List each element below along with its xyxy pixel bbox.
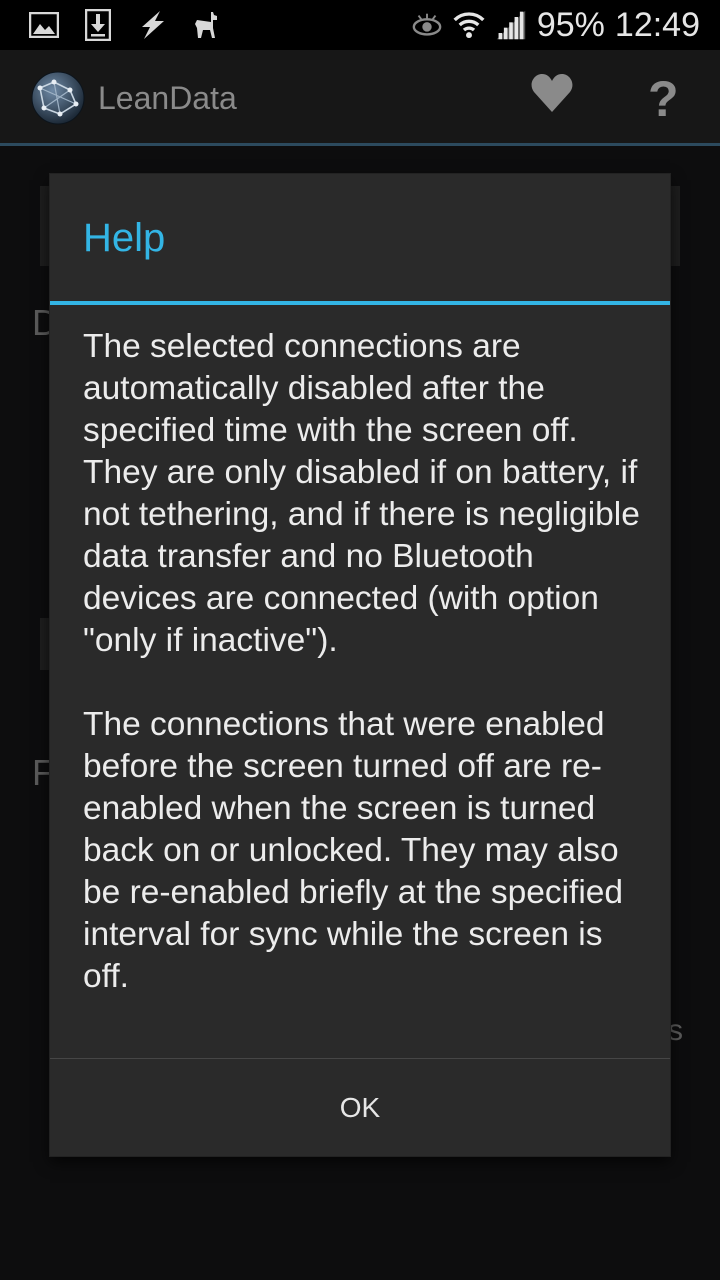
signal-icon (495, 9, 527, 41)
title-divider (50, 301, 670, 305)
dialog-message: The selected connections are automatical… (83, 326, 653, 998)
help-dialog: Help The selected connections are automa… (50, 174, 670, 1156)
flash-icon (136, 9, 168, 41)
notification-icons (28, 8, 222, 42)
action-bar: LeanData ? (0, 50, 720, 146)
help-paragraph-1: The selected connections are automatical… (83, 328, 640, 659)
battery-percent: 95% (536, 5, 605, 44)
dialog-title: Help (83, 216, 166, 260)
download-icon (82, 9, 114, 41)
clock: 12:49 (614, 5, 700, 44)
help-icon[interactable]: ? (648, 70, 679, 128)
gallery-icon (28, 9, 60, 41)
help-paragraph-2: The connections that were enabled before… (83, 706, 624, 995)
app-title: LeanData (98, 80, 237, 116)
status-bar: 95% 12:49 (0, 0, 720, 50)
dialog-button-bar: OK (50, 1058, 670, 1157)
ok-button[interactable]: OK (50, 1059, 670, 1157)
system-icons: 95% 12:49 (411, 6, 700, 44)
heart-icon[interactable] (530, 72, 574, 120)
bg-row-letter: s (668, 1014, 683, 1047)
llama-icon (190, 9, 222, 41)
wifi-icon (453, 9, 485, 41)
globe-logo-icon[interactable] (30, 70, 86, 126)
eye-icon (411, 9, 443, 41)
